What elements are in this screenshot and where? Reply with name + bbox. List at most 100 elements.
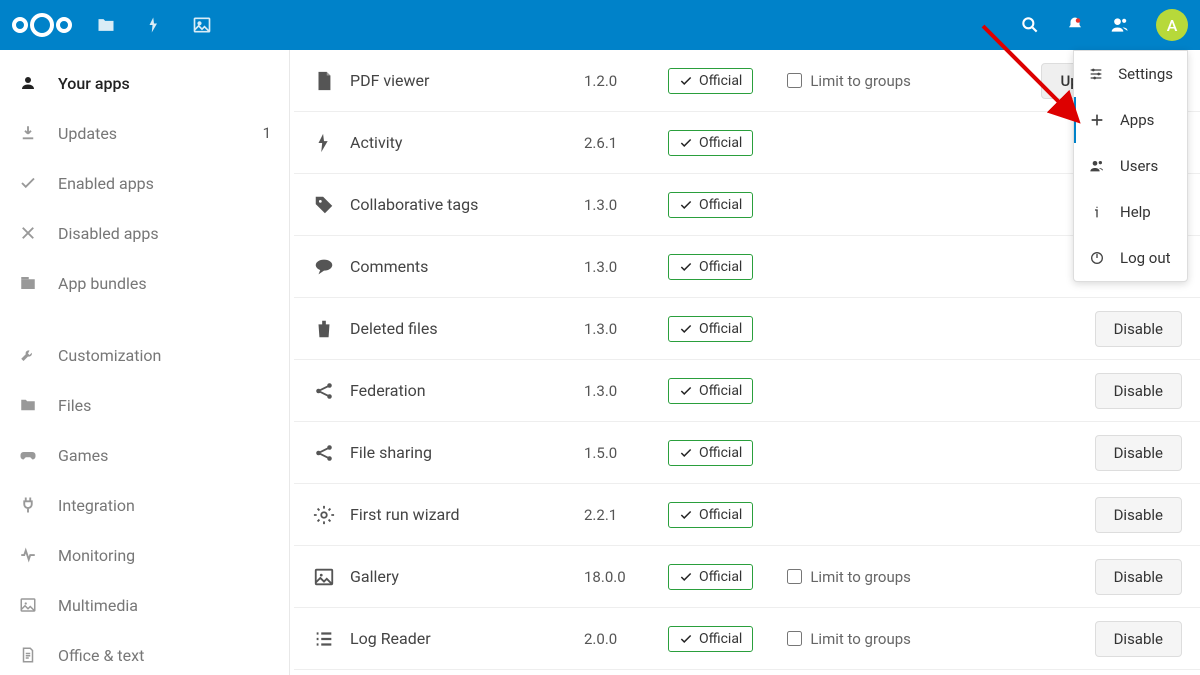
check-icon <box>18 173 38 193</box>
user-icon <box>18 73 38 93</box>
limit-checkbox[interactable] <box>787 631 802 646</box>
disable-button[interactable]: Disable <box>1095 559 1182 595</box>
disable-button[interactable]: Disable <box>1095 435 1182 471</box>
sidebar-category-integration[interactable]: Integration <box>0 480 289 530</box>
header-nav-icons <box>96 15 212 35</box>
sidebar-category-monitoring[interactable]: Monitoring <box>0 530 289 580</box>
menu-label: Help <box>1120 203 1151 221</box>
app-row: PDF viewer 1.2.0 Official Limit to group… <box>294 50 1200 112</box>
plus-icon <box>1088 111 1106 129</box>
official-badge: Official <box>668 68 753 94</box>
gear-icon <box>312 503 336 527</box>
menu-apps[interactable]: Apps <box>1074 97 1187 143</box>
sidebar-item-label: Monitoring <box>58 546 271 565</box>
nextcloud-logo[interactable] <box>12 13 72 37</box>
app-name[interactable]: Gallery <box>350 567 570 586</box>
search-icon[interactable] <box>1020 15 1040 35</box>
limit-to-groups[interactable]: Limit to groups <box>787 630 967 648</box>
user-avatar[interactable]: A <box>1156 9 1188 41</box>
app-version: 18.0.0 <box>584 568 654 586</box>
menu-label: Log out <box>1120 249 1171 267</box>
app-name[interactable]: Federation <box>350 381 570 400</box>
contacts-icon[interactable] <box>1110 15 1130 35</box>
menu-users[interactable]: Users <box>1074 143 1187 189</box>
sidebar-item-your apps[interactable]: Your apps <box>0 58 289 108</box>
sidebar-category-files[interactable]: Files <box>0 380 289 430</box>
sidebar-item-enabled apps[interactable]: Enabled apps <box>0 158 289 208</box>
sidebar-item-disabled apps[interactable]: Disabled apps <box>0 208 289 258</box>
limit-label: Limit to groups <box>810 72 911 90</box>
limit-checkbox[interactable] <box>787 73 802 88</box>
menu-label: Users <box>1120 157 1158 175</box>
files-icon[interactable] <box>96 15 116 35</box>
limit-label: Limit to groups <box>810 568 911 586</box>
bundle-icon <box>18 273 38 293</box>
app-row: First run wizard 2.2.1 Official Disable <box>294 484 1200 546</box>
notifications-icon[interactable] <box>1066 16 1084 34</box>
official-badge: Official <box>668 502 753 528</box>
menu-help[interactable]: Help <box>1074 189 1187 235</box>
app-name[interactable]: Deleted files <box>350 319 570 338</box>
wrench-icon <box>18 345 38 365</box>
app-name[interactable]: Activity <box>350 133 570 152</box>
sidebar-category-multimedia[interactable]: Multimedia <box>0 580 289 630</box>
sidebar-item-label: Office & text <box>58 646 271 665</box>
bolt-icon <box>312 131 336 155</box>
games-icon <box>18 445 38 465</box>
app-version: 1.2.0 <box>584 72 654 90</box>
app-header: A <box>0 0 1200 50</box>
sidebar-category-office-text[interactable]: Office & text <box>0 630 289 675</box>
menu-settings[interactable]: Settings <box>1074 51 1187 97</box>
app-version: 1.5.0 <box>584 444 654 462</box>
disable-button[interactable]: Disable <box>1095 373 1182 409</box>
sidebar-category-games[interactable]: Games <box>0 430 289 480</box>
app-row: Federation 1.3.0 Official Disable <box>294 360 1200 422</box>
sidebar-item-label: Games <box>58 446 271 465</box>
activity-icon[interactable] <box>144 15 164 35</box>
app-name[interactable]: Comments <box>350 257 570 276</box>
app-version: 1.3.0 <box>584 196 654 214</box>
official-badge: Official <box>668 130 753 156</box>
disable-button[interactable]: Disable <box>1095 497 1182 533</box>
image-icon <box>18 595 38 615</box>
app-name[interactable]: PDF viewer <box>350 71 570 90</box>
app-version: 2.6.1 <box>584 134 654 152</box>
sidebar-item-label: Updates <box>58 124 243 143</box>
gallery-icon[interactable] <box>192 15 212 35</box>
sidebar-item-label: Files <box>58 396 271 415</box>
app-version: 1.3.0 <box>584 382 654 400</box>
limit-label: Limit to groups <box>810 630 911 648</box>
app-row: Deleted files 1.3.0 Official Disable <box>294 298 1200 360</box>
sidebar-item-label: Enabled apps <box>58 174 271 193</box>
app-row: Activity 2.6.1 Official <box>294 112 1200 174</box>
limit-to-groups[interactable]: Limit to groups <box>787 568 967 586</box>
limit-checkbox[interactable] <box>787 569 802 584</box>
sidebar-item-label: Customization <box>58 346 271 365</box>
disable-button[interactable]: Disable <box>1095 311 1182 347</box>
sidebar-item-updates[interactable]: Updates 1 <box>0 108 289 158</box>
power-icon <box>1088 249 1106 267</box>
official-badge: Official <box>668 440 753 466</box>
doc-icon <box>18 645 38 665</box>
app-row: Gallery 18.0.0 Official Limit to groups … <box>294 546 1200 608</box>
comment-icon <box>312 255 336 279</box>
app-version: 2.0.0 <box>584 630 654 648</box>
app-name[interactable]: File sharing <box>350 443 570 462</box>
sidebar-item-app bundles[interactable]: App bundles <box>0 258 289 308</box>
user-menu-dropdown: Settings Apps Users Help Log out <box>1073 50 1188 282</box>
app-name[interactable]: Collaborative tags <box>350 195 570 214</box>
official-badge: Official <box>668 254 753 280</box>
image-icon <box>312 565 336 589</box>
info-icon <box>1088 203 1106 221</box>
sidebar-item-label: Integration <box>58 496 271 515</box>
plug-icon <box>18 495 38 515</box>
app-name[interactable]: Log Reader <box>350 629 570 648</box>
menu-log out[interactable]: Log out <box>1074 235 1187 281</box>
limit-to-groups[interactable]: Limit to groups <box>787 72 967 90</box>
list-icon <box>312 627 336 651</box>
sidebar-category-customization[interactable]: Customization <box>0 330 289 380</box>
header-right: A <box>1020 9 1188 41</box>
app-name[interactable]: First run wizard <box>350 505 570 524</box>
official-badge: Official <box>668 192 753 218</box>
disable-button[interactable]: Disable <box>1095 621 1182 657</box>
